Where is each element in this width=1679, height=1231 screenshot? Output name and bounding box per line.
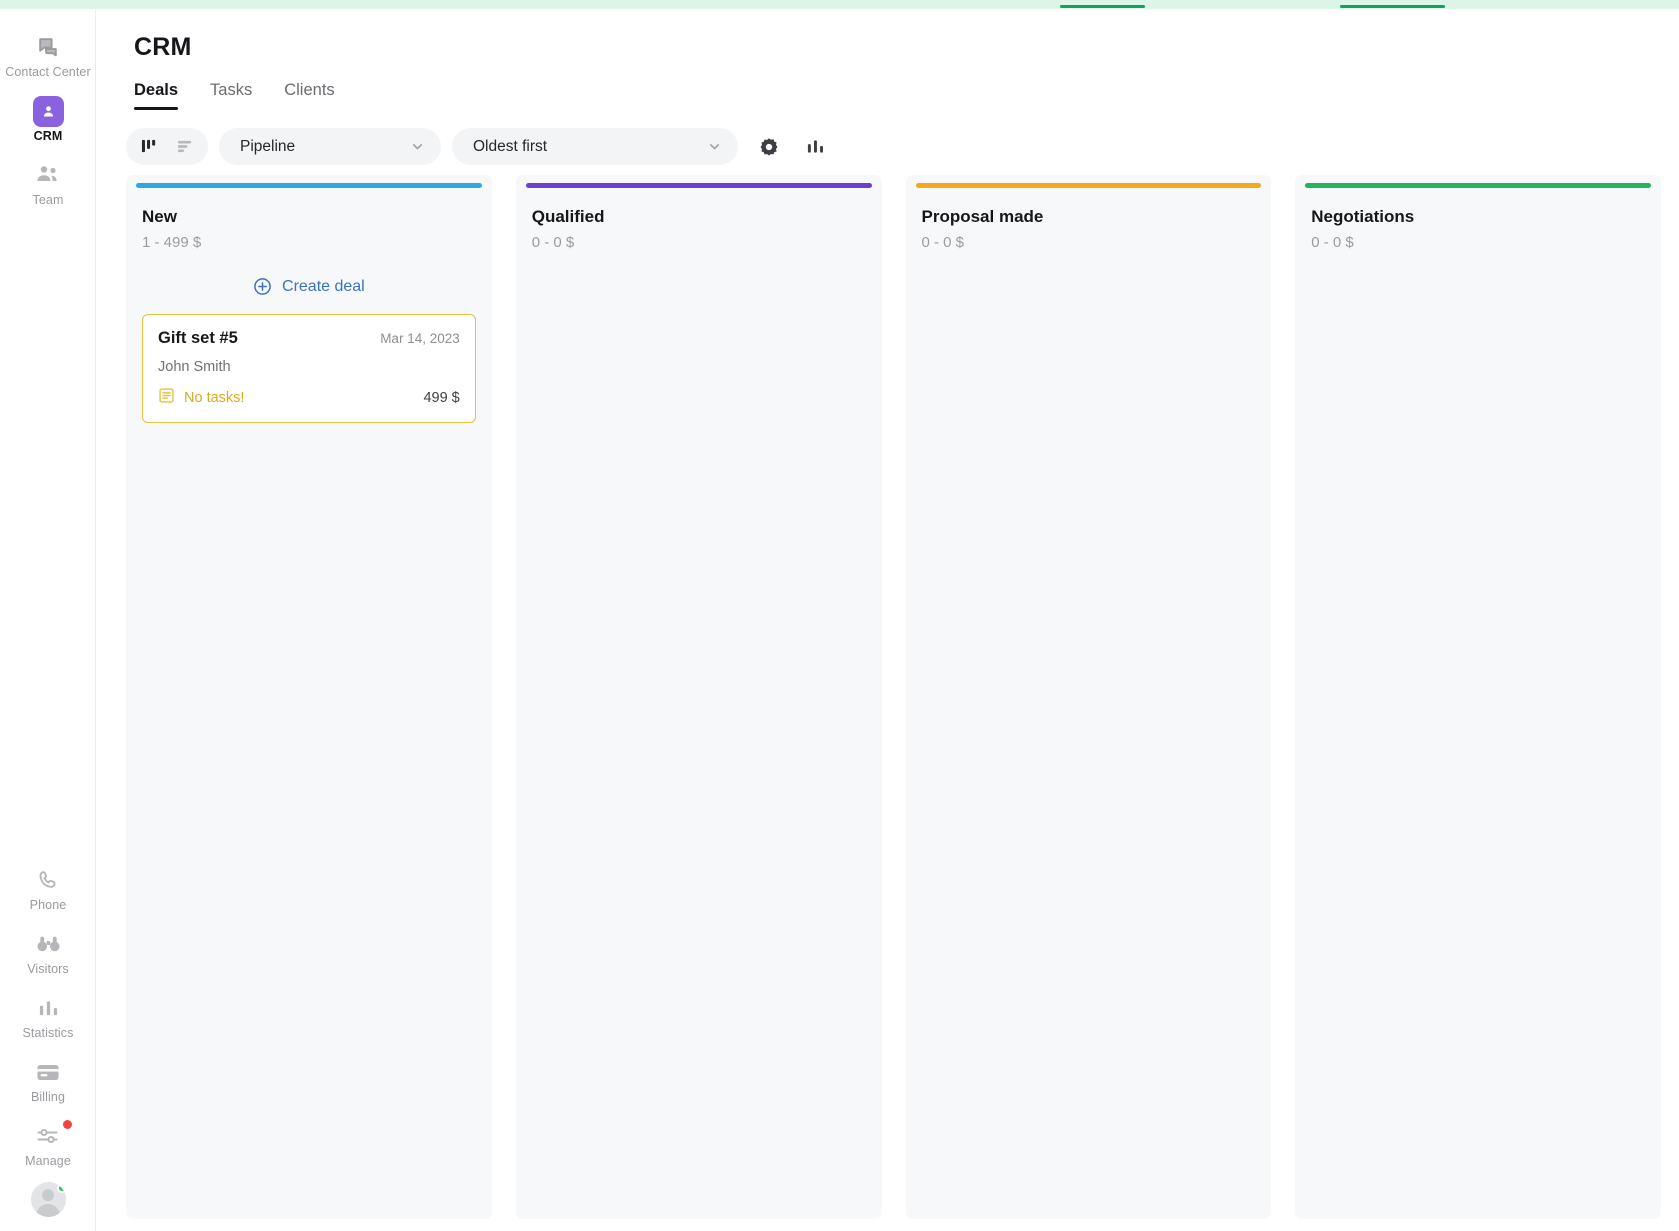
tab-tasks[interactable]: Tasks <box>210 81 252 110</box>
crm-deals-screen: Contact Center CRM <box>0 0 1679 1231</box>
sidebar-item-label: Billing <box>2 1090 94 1105</box>
sidebar-item-label: Phone <box>2 898 94 913</box>
list-view-icon[interactable] <box>176 138 193 155</box>
banner-accent-line <box>1340 5 1445 8</box>
sidebar-item-label: Team <box>2 193 94 208</box>
sidebar-item-billing[interactable]: Billing <box>0 1048 96 1112</box>
pipeline-select-value: Pipeline <box>240 138 295 156</box>
column-summary: 0 - 0 $ <box>532 234 866 251</box>
phone-icon <box>2 865 94 895</box>
chat-bubbles-icon <box>2 32 94 62</box>
sort-select[interactable]: Oldest first <box>452 128 738 165</box>
sidebar-item-label: CRM <box>2 129 94 144</box>
pipeline-select[interactable]: Pipeline <box>219 128 441 165</box>
create-deal-button[interactable]: Create deal <box>142 273 476 298</box>
deal-amount: 499 $ <box>423 390 459 406</box>
people-icon <box>2 160 94 190</box>
kanban-column-negotiations: Negotiations 0 - 0 $ <box>1295 175 1661 1219</box>
binoculars-icon <box>2 929 94 959</box>
crm-person-card-icon <box>2 96 94 126</box>
sidebar-top-group: Contact Center CRM <box>0 23 96 215</box>
sidebar-item-contact-center[interactable]: Contact Center <box>0 23 96 87</box>
create-deal-label: Create deal <box>282 278 365 296</box>
column-title: Qualified <box>532 207 866 227</box>
kanban-view-icon[interactable] <box>141 138 158 155</box>
bar-chart-icon <box>2 993 94 1023</box>
sidebar-item-crm[interactable]: CRM <box>0 87 96 151</box>
sidebar-item-visitors[interactable]: Visitors <box>0 920 96 984</box>
banner-accent-line <box>1060 5 1145 8</box>
sidebar-item-label: Contact Center <box>2 65 94 80</box>
column-title: Negotiations <box>1311 207 1645 227</box>
tab-bar: Deals Tasks Clients <box>134 81 335 110</box>
deal-task-status: No tasks! <box>158 387 244 409</box>
page-title: CRM <box>134 33 192 62</box>
bar-chart-icon[interactable] <box>800 132 830 162</box>
sidebar: Contact Center CRM <box>0 9 96 1231</box>
kanban-column-proposal-made: Proposal made 0 - 0 $ <box>906 175 1272 1219</box>
avatar-online-indicator <box>57 1183 66 1193</box>
column-accent-bar <box>916 183 1262 188</box>
column-title: Proposal made <box>922 207 1256 227</box>
chevron-down-icon <box>707 139 722 154</box>
sidebar-bottom-group: Phone Visitors <box>0 856 96 1217</box>
kanban-column-new: New 1 - 499 $ Create deal Gift set #5 Ma… <box>126 175 492 1219</box>
sidebar-item-manage[interactable]: Manage <box>0 1112 96 1176</box>
column-accent-bar <box>136 183 482 188</box>
sort-select-value: Oldest first <box>473 138 547 156</box>
gear-icon[interactable] <box>754 132 784 162</box>
deal-title: Gift set #5 <box>158 329 238 348</box>
deal-card[interactable]: Gift set #5 Mar 14, 2023 John Smith <box>142 314 476 423</box>
sidebar-item-label: Visitors <box>2 962 94 977</box>
deal-client: John Smith <box>158 359 460 375</box>
document-list-icon <box>158 387 175 409</box>
tab-deals[interactable]: Deals <box>134 81 178 110</box>
deal-date: Mar 14, 2023 <box>380 331 460 346</box>
deal-card-footer: No tasks! 499 $ <box>158 387 460 409</box>
credit-card-icon <box>2 1057 94 1087</box>
kanban-column-qualified: Qualified 0 - 0 $ <box>516 175 882 1219</box>
main-content: CRM Deals Tasks Clients <box>96 9 1679 1231</box>
toolbar: Pipeline Oldest first <box>126 128 830 165</box>
tab-clients[interactable]: Clients <box>284 81 334 110</box>
sidebar-item-phone[interactable]: Phone <box>0 856 96 920</box>
column-summary: 0 - 0 $ <box>1311 234 1645 251</box>
avatar[interactable] <box>0 1176 96 1217</box>
sidebar-item-label: Manage <box>2 1154 94 1169</box>
avatar-image <box>31 1182 66 1217</box>
sidebar-item-statistics[interactable]: Statistics <box>0 984 96 1048</box>
column-accent-bar <box>526 183 872 188</box>
plus-circle-icon <box>253 277 272 296</box>
kanban-board: New 1 - 499 $ Create deal Gift set #5 Ma… <box>126 175 1661 1219</box>
sliders-icon <box>2 1121 94 1151</box>
column-title: New <box>142 207 476 227</box>
chevron-down-icon <box>410 139 425 154</box>
deal-task-label: No tasks! <box>184 390 244 406</box>
sidebar-item-label: Statistics <box>2 1026 94 1041</box>
column-summary: 0 - 0 $ <box>922 234 1256 251</box>
crm-icon-chip <box>33 96 64 127</box>
column-summary: 1 - 499 $ <box>142 234 476 251</box>
top-notification-banner <box>0 0 1679 9</box>
notification-badge-dot <box>63 1120 72 1129</box>
view-mode-toggle-group <box>126 128 208 165</box>
sidebar-item-team[interactable]: Team <box>0 151 96 215</box>
column-accent-bar <box>1305 183 1651 188</box>
deal-card-header: Gift set #5 Mar 14, 2023 <box>158 329 460 348</box>
